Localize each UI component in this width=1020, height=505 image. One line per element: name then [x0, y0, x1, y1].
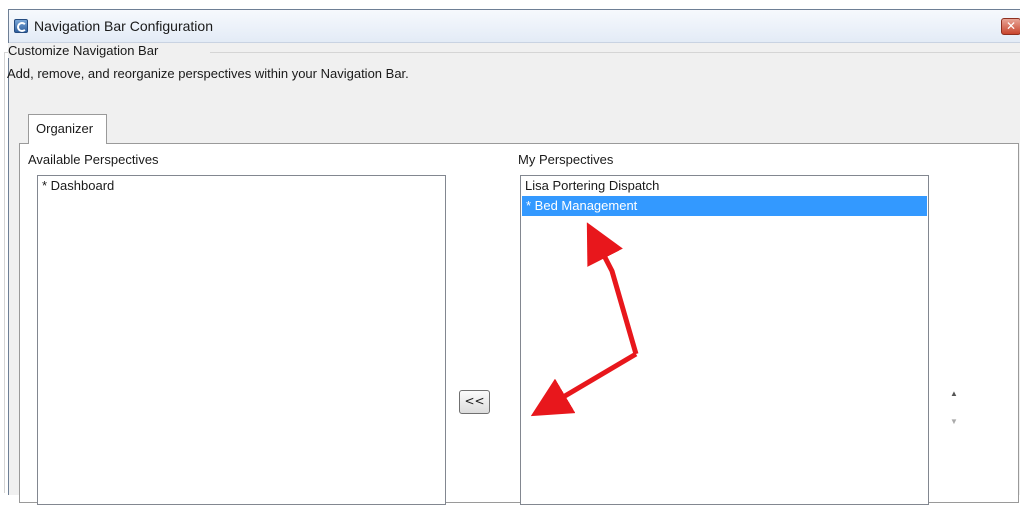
tab-organizer[interactable]: Organizer: [28, 114, 107, 144]
move-to-available-button[interactable]: <<: [459, 390, 490, 414]
move-down-button[interactable]: ▼: [944, 412, 964, 431]
my-perspectives-label: My Perspectives: [518, 152, 614, 167]
list-item-selected[interactable]: * Bed Management: [522, 196, 927, 216]
window-title: Navigation Bar Configuration: [34, 18, 213, 34]
available-perspectives-list[interactable]: * Dashboard: [37, 175, 446, 505]
list-item[interactable]: Lisa Portering Dispatch: [521, 176, 928, 196]
available-perspectives-label: Available Perspectives: [28, 152, 159, 167]
group-legend: Customize Navigation Bar: [8, 43, 163, 58]
group-description: Add, remove, and reorganize perspectives…: [7, 66, 409, 81]
move-up-button[interactable]: ▲: [944, 384, 964, 403]
title-bar: Navigation Bar Configuration ✕: [9, 10, 1020, 43]
my-perspectives-list[interactable]: Lisa Portering Dispatch * Bed Management: [520, 175, 929, 505]
close-button[interactable]: ✕: [1001, 18, 1020, 35]
app-logo-icon: [14, 19, 28, 33]
list-item[interactable]: * Dashboard: [38, 176, 445, 196]
group-divider: [210, 52, 1020, 53]
group-border: [4, 52, 8, 493]
